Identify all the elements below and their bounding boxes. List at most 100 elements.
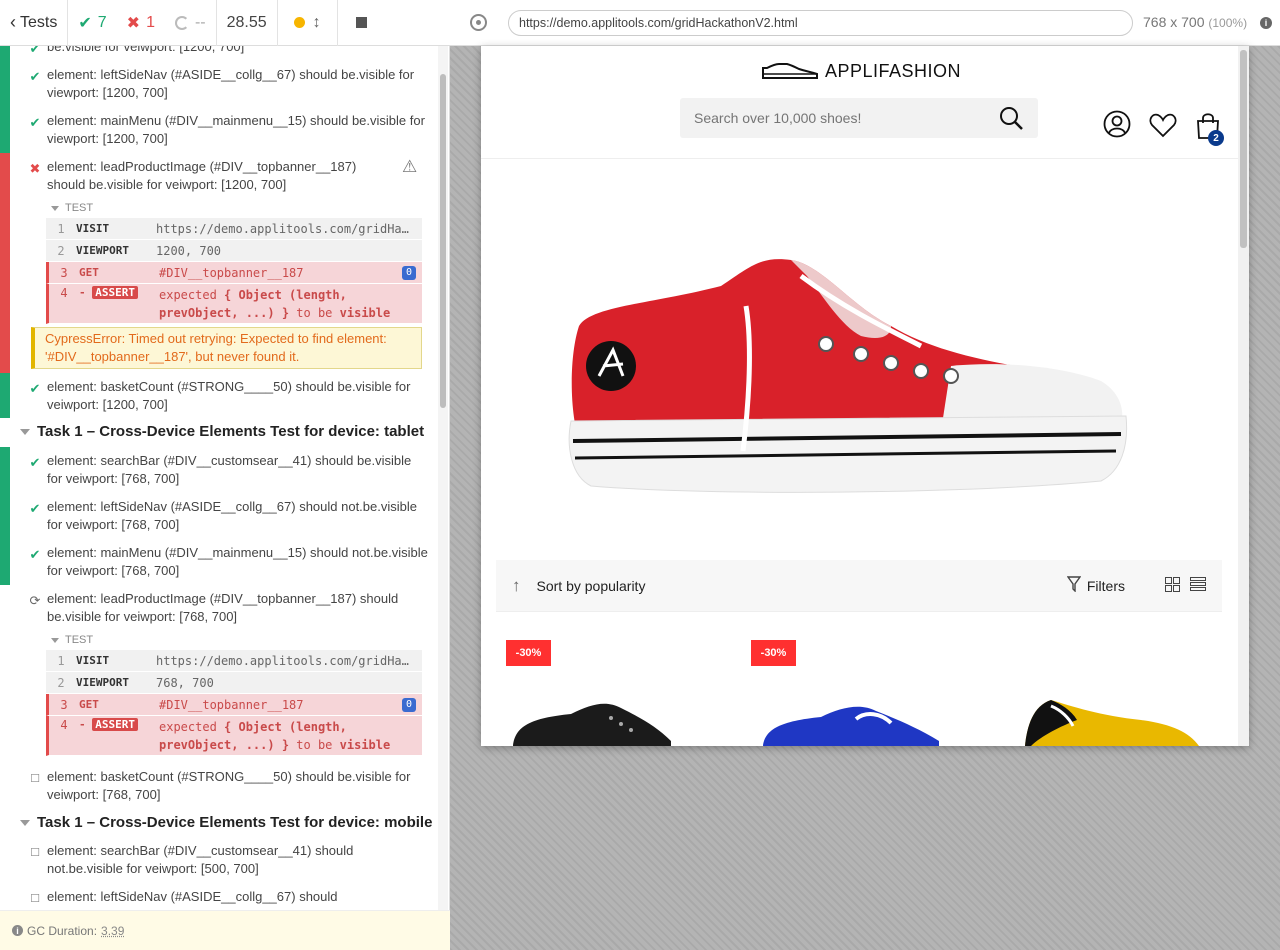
user-icon[interactable] [1103,110,1131,138]
command-name: VIEWPORT [76,244,129,257]
product-image-blue-shoe[interactable] [761,701,941,746]
test-item-pending[interactable]: ☐ element: basketCount (#STRONG____50) s… [28,768,428,804]
caret-down-icon [20,429,30,436]
command-message: #DIV__topbanner__187 [159,697,304,712]
command-message: expected { Object (length, prevObject, .… [159,286,422,322]
failed-count[interactable]: ✖ 1 [117,0,165,46]
circle-notch-icon [174,15,189,30]
test-item[interactable]: ✔ element: searchBar (#DIV__customsear__… [28,452,428,488]
test-item-running[interactable]: ⟳ element: leadProductImage (#DIV__topba… [28,590,428,626]
command-name: VISIT [76,222,110,235]
suite-title[interactable]: Task 1 – Cross-Device Elements Test for … [20,423,424,440]
grid-view-icon[interactable] [1165,576,1180,595]
list-view-icon[interactable] [1190,576,1206,595]
command-row-failed[interactable]: 4 - ASSERT expected { Object (length, pr… [46,716,422,756]
funnel-icon [1066,576,1082,593]
test-title: element: mainMenu (#DIV__mainmenu__15) s… [47,545,428,578]
arrows-vertical-icon: ↕ [312,13,321,31]
assert-tag: ASSERT [92,718,138,731]
test-title: element: basketCount (#STRONG____50) sho… [47,769,411,802]
test-title: element: basketCount (#STRONG____50) sho… [47,379,411,412]
cross-icon: ✖ [126,14,141,32]
square-outline-icon: ☐ [30,893,40,905]
command-row-failed[interactable]: 3 GET #DIV__topbanner__187 0 [46,262,422,284]
search-icon[interactable] [998,105,1024,131]
search-input[interactable] [694,110,998,126]
command-name: VISIT [76,654,110,667]
product-image-black-shoe[interactable] [511,696,671,746]
brand-logo[interactable]: APPLIFASHION [761,60,961,82]
stop-button[interactable] [338,0,385,46]
assert-value: visible [339,306,391,320]
test-title: element: searchBar (#DIV__customsear__41… [47,453,412,486]
grid-view-glyph [1165,576,1180,592]
crosshair-dot-icon [476,20,481,25]
check-icon: ✔ [29,501,41,516]
tests-label: Tests [20,13,58,31]
assert-value: visible [339,738,391,752]
scrollbar-thumb[interactable] [440,74,446,408]
heart-icon[interactable] [1149,112,1177,138]
command-row[interactable]: 1 VISIT https://demo.applitools.com/grid… [46,650,422,672]
test-item-pending[interactable]: ☐ element: searchBar (#DIV__customsear__… [28,842,428,878]
url-bar[interactable]: https://demo.applitools.com/gridHackatho… [508,10,1133,36]
test-item[interactable]: ✔ element: mainMenu (#DIV__mainmenu__15)… [28,112,428,148]
hook-header[interactable]: TEST [46,630,422,650]
test-item[interactable]: ✔ element: mainMenu (#DIV__mainmenu__15)… [28,544,428,580]
command-message: 768, 700 [156,675,214,690]
chevron-left-icon: ‹ [10,12,16,32]
sort-select[interactable]: Sort by popularity [537,578,646,594]
pending-count[interactable]: -- [165,0,217,46]
tests-button[interactable]: ‹ Tests [0,0,69,46]
aut-scrollbar-thumb[interactable] [1240,50,1247,248]
info-icon[interactable]: i [1260,17,1272,29]
test-item-failed[interactable]: ✖ element: leadProductImage (#DIV__topba… [28,158,428,194]
info-icon: i [12,925,23,936]
filter-icon[interactable] [1066,576,1082,595]
selector-playground-icon[interactable] [470,14,487,31]
passed-bar [0,46,10,153]
filters-button[interactable]: Filters [1087,578,1125,594]
passed-bar [0,373,10,418]
auto-scroll-toggle[interactable]: ↕ [278,0,338,46]
check-icon: ✔ [29,115,41,130]
command-row[interactable]: 2 VIEWPORT 1200, 700 [46,240,422,262]
aut-scrollbar[interactable] [1238,46,1249,746]
arrow-up-icon[interactable]: ↑ [512,576,521,596]
command-name: VIEWPORT [76,676,129,689]
test-title: element: leftSideNav (#ASIDE__collg__67)… [47,67,415,100]
passed-count[interactable]: ✔ 7 [68,0,116,46]
refresh-icon: ⟳ [29,593,41,608]
command-message: #DIV__topbanner__187 [159,265,304,280]
command-number: 4 [60,718,68,732]
suite-title[interactable]: Task 1 – Cross-Device Elements Test for … [20,814,432,831]
assert-verb: to be [296,306,333,320]
command-number: 4 [60,286,68,300]
square-outline-icon: ☐ [30,773,40,785]
viewport-size: 768 x 700 (100%) [1143,14,1247,30]
error-message[interactable]: CypressError: Timed out retrying: Expect… [31,327,422,369]
elements-count-badge: 0 [402,697,416,712]
command-row[interactable]: 1 VISIT https://demo.applitools.com/grid… [46,218,422,240]
caret-down-icon [20,820,30,827]
assert-expected: expected [159,288,217,302]
cart-button[interactable]: 2 [1195,112,1225,146]
command-row[interactable]: 2 VIEWPORT 768, 700 [46,672,422,694]
command-list: TEST 1 VISIT https://demo.applitools.com… [46,198,422,324]
test-item[interactable]: ✔ element: basketCount (#STRONG____50) s… [28,378,428,414]
command-row-failed[interactable]: 4 - ASSERT expected { Object (length, pr… [46,284,422,324]
hook-header[interactable]: TEST [46,198,422,218]
aut-header: https://demo.applitools.com/gridHackatho… [450,0,1280,46]
check-icon: ✔ [29,381,41,396]
command-message: https://demo.applitools.com/gridHackatho… [156,653,422,668]
test-item[interactable]: ✔ be.visible for veiwport: [1200, 700] [28,46,428,56]
test-item-pending[interactable]: ☐ element: leftSideNav (#ASIDE__collg__6… [28,888,428,906]
gc-value[interactable]: 3.39 [101,924,124,938]
command-number: 3 [60,265,68,280]
square-outline-icon: ☐ [30,847,40,859]
test-item[interactable]: ✔ element: leftSideNav (#ASIDE__collg__6… [28,498,428,534]
command-row-failed[interactable]: 3 GET #DIV__topbanner__187 0 [46,694,422,716]
hero-shoe-image [568,259,1128,493]
product-image-yellow-shoe[interactable] [1021,696,1201,746]
test-item[interactable]: ✔ element: leftSideNav (#ASIDE__collg__6… [28,66,428,102]
